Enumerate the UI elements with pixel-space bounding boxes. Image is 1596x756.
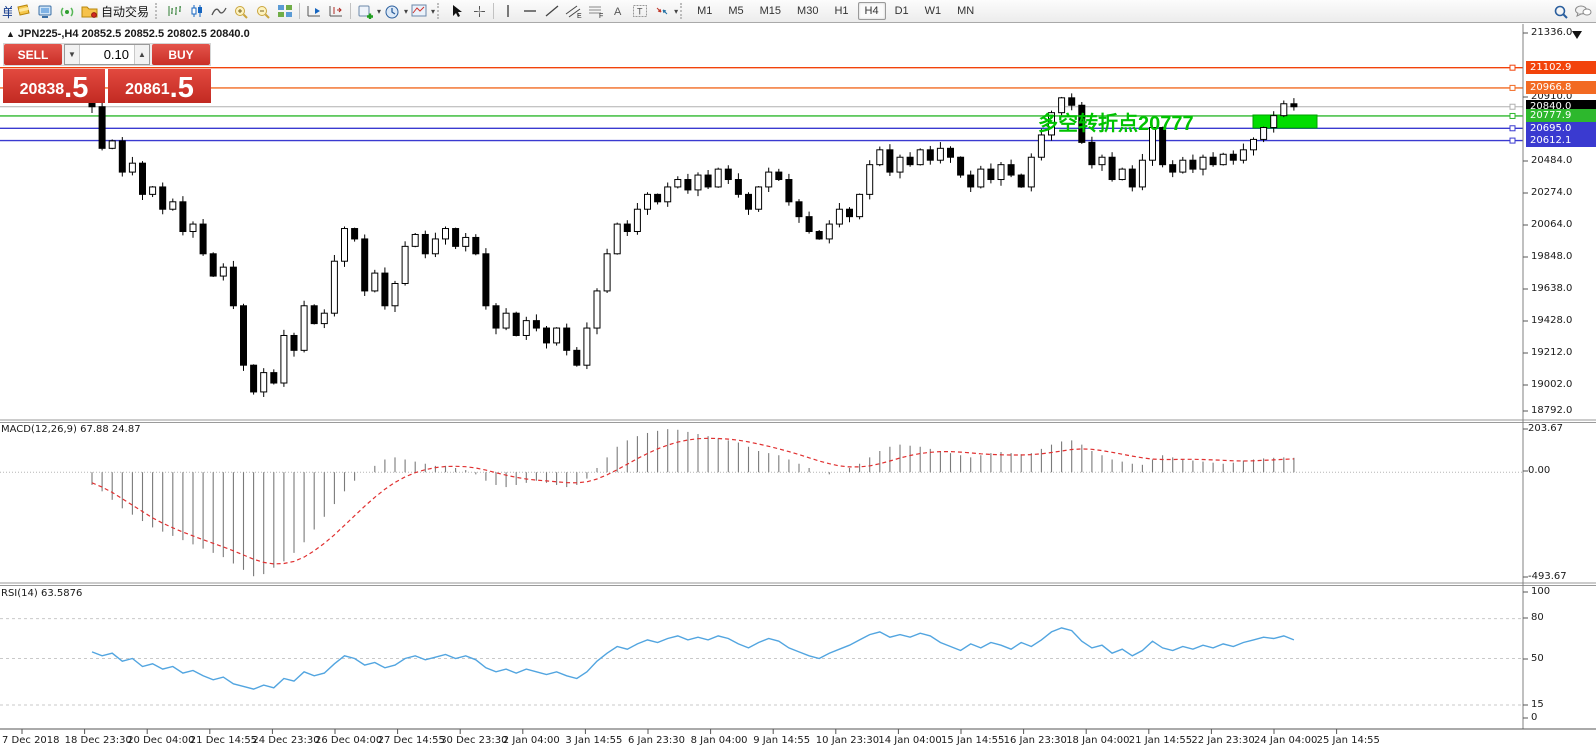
time-axis-label: 15 Jan 14:55 bbox=[941, 735, 1005, 746]
buy-price-pips: .5 bbox=[169, 72, 194, 105]
price-level-badge: 20612.1 bbox=[1526, 134, 1596, 148]
time-axis-label: 27 Dec 14:55 bbox=[377, 735, 445, 746]
volume-stepper: ▼ 0.10 ▲ bbox=[64, 44, 150, 65]
price-axis-tick: 19212.0 bbox=[1531, 347, 1573, 358]
time-axis-label: 25 Jan 14:55 bbox=[1316, 735, 1380, 746]
price-axis-tick: 20274.0 bbox=[1531, 187, 1573, 198]
rsi-axis-tick: 80 bbox=[1531, 612, 1544, 623]
price-level-badge: 20966.8 bbox=[1526, 81, 1596, 95]
time-axis-label: 10 Jan 23:30 bbox=[815, 735, 880, 746]
macd-axis-tick: 0.00 bbox=[1528, 465, 1551, 476]
time-axis-label: 22 Jan 23:30 bbox=[1191, 735, 1255, 746]
price-axis-tick: 19638.0 bbox=[1531, 283, 1573, 294]
price-level-badge: 20695.0 bbox=[1526, 121, 1596, 135]
time-axis-label: 18 Dec 23:30 bbox=[64, 735, 132, 746]
chart-symbol-ohlc: ▲ JPN225-,H4 20852.5 20852.5 20802.5 2084… bbox=[6, 28, 250, 40]
one-click-trade-panel: SELL ▼ 0.10 ▲ BUY 20838.5 20861.5 bbox=[3, 43, 211, 103]
price-level-badge: 21102.9 bbox=[1526, 61, 1596, 75]
price-axis-tick: 18792.0 bbox=[1531, 405, 1573, 416]
time-axis-label: 18 Jan 04:00 bbox=[1066, 735, 1130, 746]
sell-price-main: 20838 bbox=[19, 81, 65, 98]
sell-price-pips: .5 bbox=[64, 72, 89, 105]
price-axis-tick: 20064.0 bbox=[1531, 219, 1573, 230]
time-axis-label: 7 Dec 2018 bbox=[2, 735, 60, 746]
scroll-marker-icon bbox=[1572, 31, 1582, 39]
price-level-badge: 20777.9 bbox=[1526, 109, 1596, 123]
time-axis-label: 30 Dec 23:30 bbox=[440, 735, 508, 746]
rsi-axis-tick: 15 bbox=[1531, 699, 1544, 710]
price-axis-tick: 19002.0 bbox=[1531, 379, 1573, 390]
rsi-axis-tick: 50 bbox=[1531, 653, 1544, 664]
time-axis-label: 8 Jan 04:00 bbox=[690, 735, 748, 746]
rsi-axis-tick: 100 bbox=[1531, 586, 1551, 597]
time-axis-label: 21 Dec 14:55 bbox=[189, 735, 258, 746]
time-axis-label: 21 Jan 14:55 bbox=[1128, 735, 1193, 746]
price-axis-tick: 21336.0 bbox=[1531, 27, 1573, 38]
volume-input[interactable]: 0.10 bbox=[80, 45, 134, 64]
trading-terminal-window: 单 自动交易 ▾ ▾ ▾ E F A T ▾ M1 M5 M15 M30 H1 … bbox=[0, 0, 1596, 756]
time-axis-label: 26 Dec 04:00 bbox=[315, 735, 383, 746]
time-axis-label: 14 Jan 04:00 bbox=[878, 735, 942, 746]
buy-button[interactable]: BUY bbox=[152, 44, 210, 65]
time-axis-label: 3 Jan 14:55 bbox=[565, 735, 623, 746]
chart-annotation-text[interactable]: 多空转折点20777 bbox=[1038, 107, 1194, 136]
macd-axis-tick: -493.67 bbox=[1528, 571, 1567, 582]
time-axis-label: 24 Jan 04:00 bbox=[1254, 735, 1318, 746]
price-chart[interactable] bbox=[0, 0, 1596, 756]
time-axis-label: 6 Jan 23:30 bbox=[628, 735, 685, 746]
time-axis-label: 16 Jan 23:30 bbox=[1003, 735, 1067, 746]
buy-price-quote[interactable]: 20861.5 bbox=[108, 69, 211, 103]
buy-price-main: 20861 bbox=[125, 81, 170, 98]
volume-decrease-button[interactable]: ▼ bbox=[65, 45, 80, 64]
time-axis-label: 2 Jan 04:00 bbox=[502, 735, 560, 746]
rsi-label: RSI(14) 63.5876 bbox=[1, 588, 83, 599]
volume-increase-button[interactable]: ▲ bbox=[134, 45, 149, 64]
macd-axis-tick: 203.67 bbox=[1528, 423, 1563, 434]
sell-button[interactable]: SELL bbox=[4, 44, 62, 65]
macd-label: MACD(12,26,9) 67.88 24.87 bbox=[1, 424, 141, 435]
sell-price-quote[interactable]: 20838.5 bbox=[3, 69, 105, 103]
price-axis-tick: 20484.0 bbox=[1531, 155, 1573, 166]
time-axis-label: 24 Dec 23:30 bbox=[252, 735, 320, 746]
rsi-axis-tick: 0 bbox=[1531, 712, 1538, 723]
symbol-marker-icon: ▲ bbox=[6, 29, 15, 39]
time-axis-label: 20 Dec 04:00 bbox=[127, 735, 195, 746]
price-axis-tick: 19428.0 bbox=[1531, 315, 1573, 326]
price-axis-tick: 19848.0 bbox=[1531, 251, 1573, 262]
time-axis-label: 9 Jan 14:55 bbox=[753, 735, 811, 746]
